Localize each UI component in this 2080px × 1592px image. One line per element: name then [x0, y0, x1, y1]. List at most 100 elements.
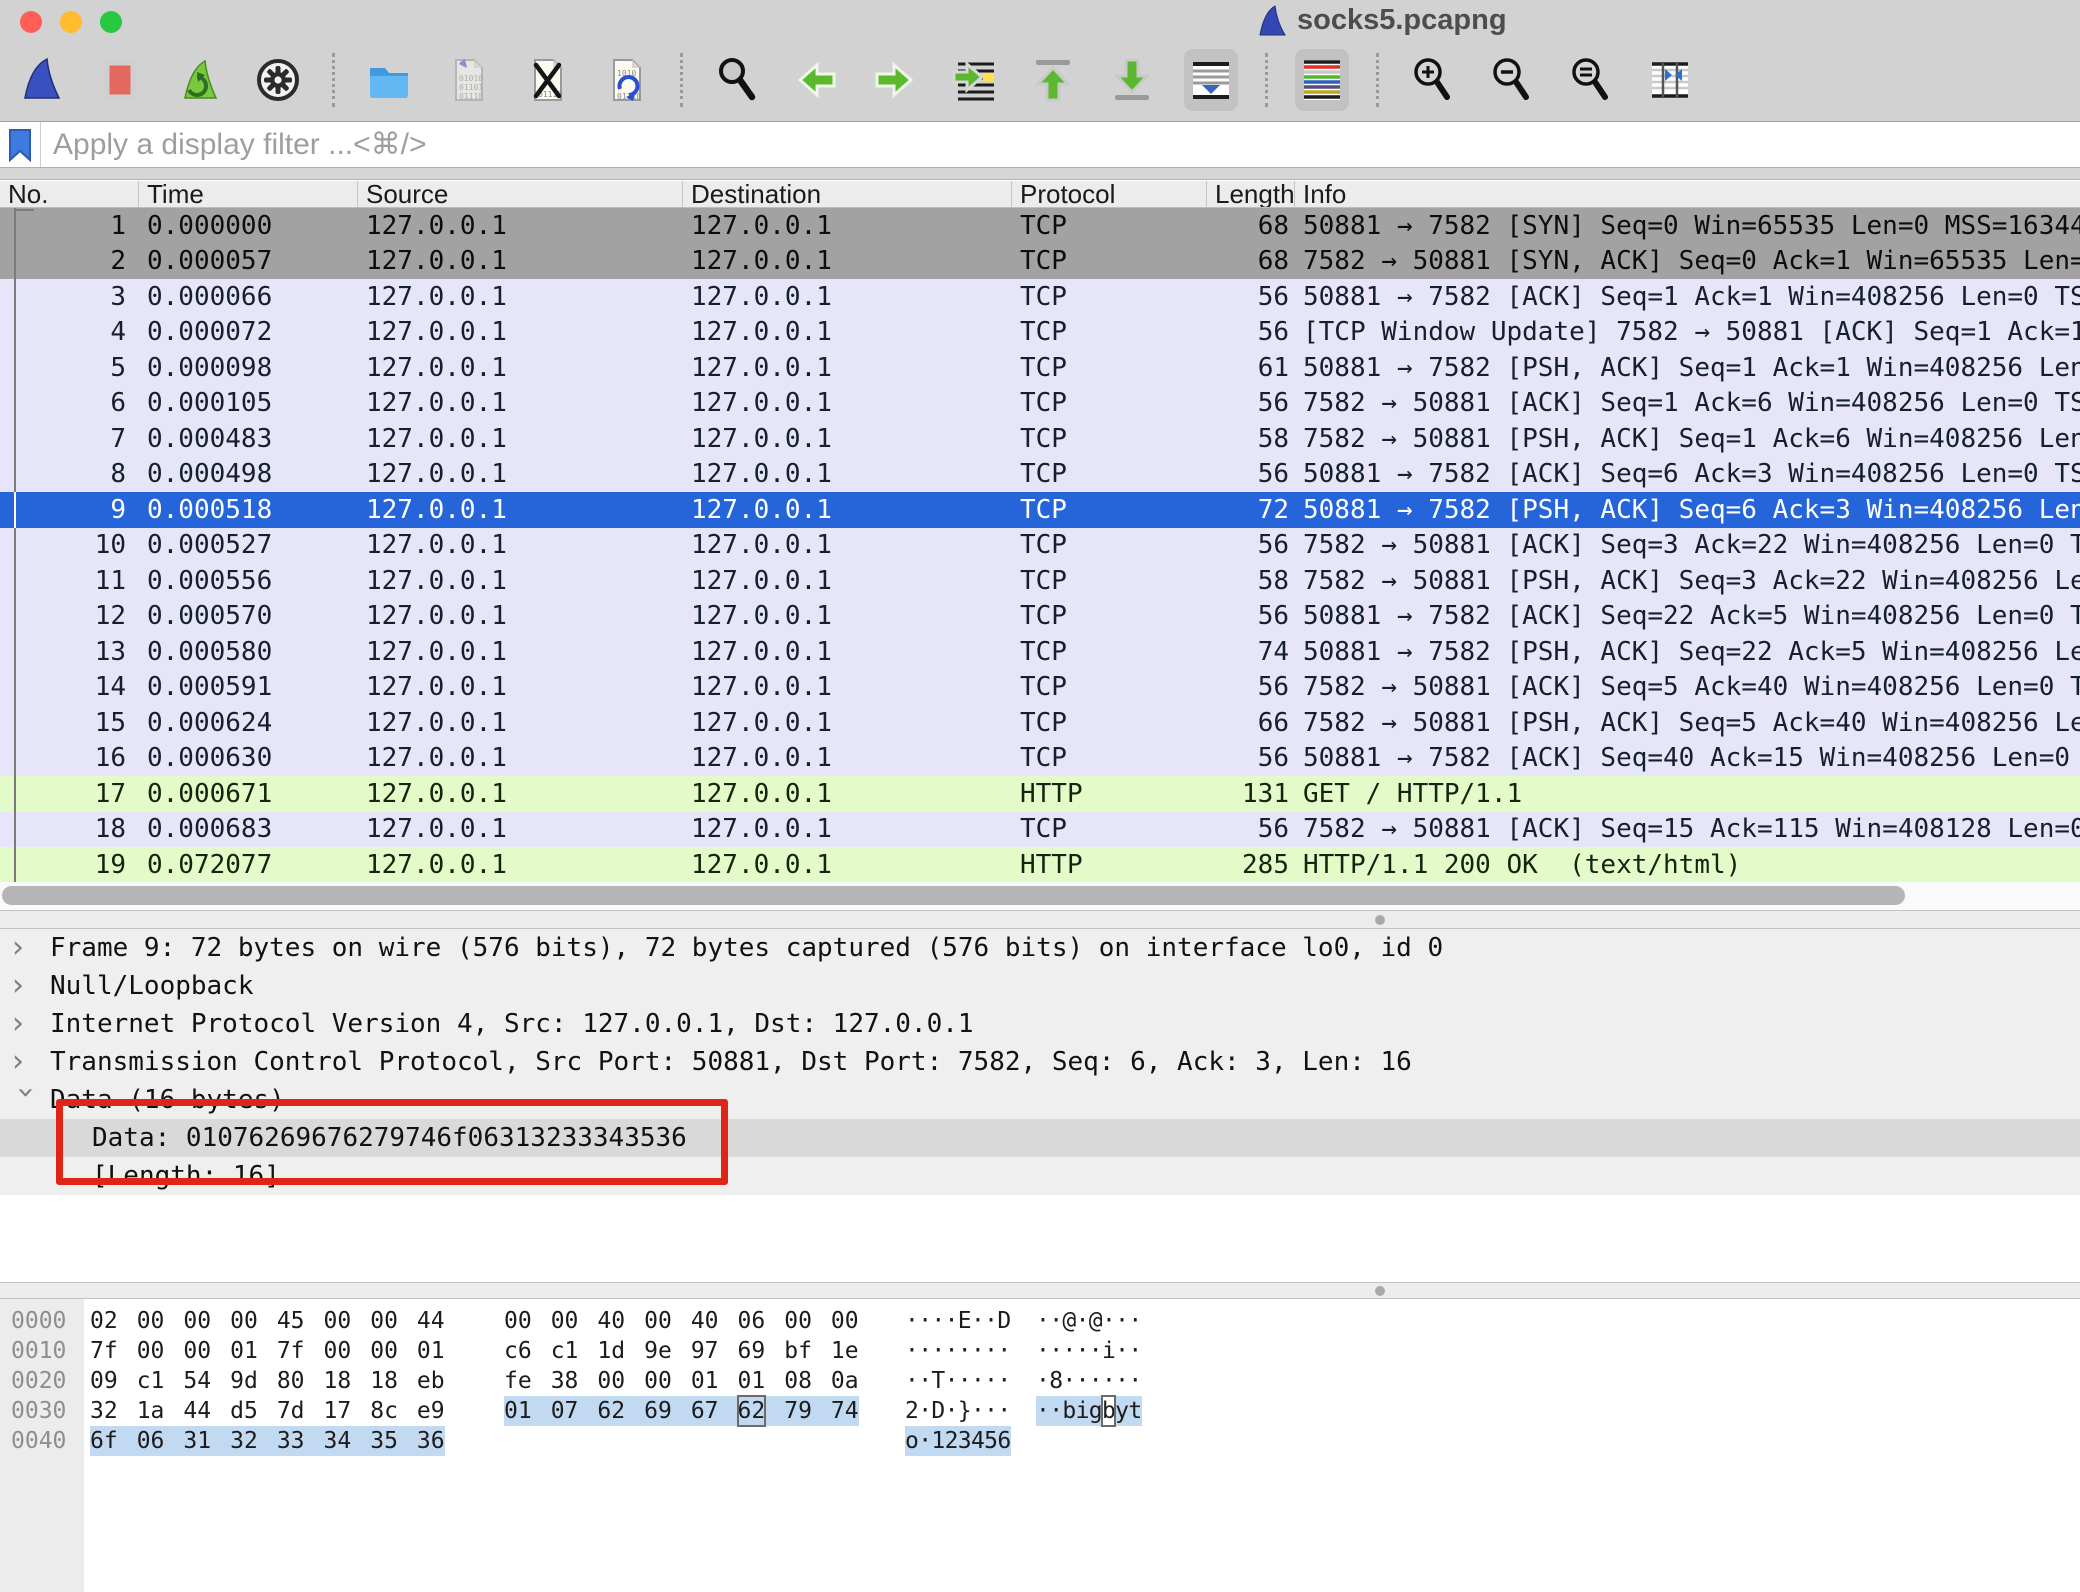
- hex-byte[interactable]: 44: [183, 1396, 211, 1426]
- ascii-char[interactable]: ·: [984, 1366, 997, 1396]
- ascii-char[interactable]: 5: [984, 1426, 997, 1456]
- hex-byte[interactable]: 17: [324, 1396, 352, 1426]
- hex-bytes-g1[interactable]: 6f06313233343536: [90, 1426, 445, 1456]
- hex-byte[interactable]: 62: [738, 1396, 766, 1426]
- hex-byte[interactable]: 01: [504, 1396, 532, 1426]
- hex-byte[interactable]: 38: [551, 1366, 579, 1396]
- packet-row-10[interactable]: 100.000527127.0.0.1127.0.0.1TCP567582 → …: [0, 528, 2080, 564]
- hex-byte[interactable]: bf: [784, 1336, 812, 1366]
- ascii-char[interactable]: 4: [971, 1426, 984, 1456]
- packet-row-2[interactable]: 20.000057127.0.0.1127.0.0.1TCP687582 → 5…: [0, 244, 2080, 280]
- resize-columns-button[interactable]: [1643, 49, 1697, 111]
- packet-row-8[interactable]: 80.000498127.0.0.1127.0.0.1TCP5650881 → …: [0, 457, 2080, 493]
- ascii-char[interactable]: ·: [1102, 1366, 1115, 1396]
- ascii-char[interactable]: ·: [1036, 1336, 1049, 1366]
- ascii-char[interactable]: T: [931, 1366, 944, 1396]
- hex-byte[interactable]: 00: [183, 1336, 211, 1366]
- ascii-char[interactable]: 8: [1049, 1366, 1062, 1396]
- ascii-char[interactable]: y: [1115, 1396, 1128, 1426]
- ascii-char[interactable]: ·: [1076, 1336, 1089, 1366]
- hex-byte[interactable]: 35: [370, 1426, 398, 1456]
- hex-byte[interactable]: c6: [504, 1336, 532, 1366]
- hex-bytes-g1[interactable]: 321a44d57d178ce9: [90, 1396, 445, 1426]
- ascii-char[interactable]: ·: [1089, 1336, 1102, 1366]
- hex-byte[interactable]: 01: [417, 1336, 445, 1366]
- ascii-char[interactable]: ·: [931, 1306, 944, 1336]
- ascii-char[interactable]: ·: [1128, 1336, 1141, 1366]
- hex-byte[interactable]: 01: [230, 1336, 258, 1366]
- ascii-char[interactable]: ·: [918, 1336, 931, 1366]
- hex-bytes-g2[interactable]: fe3800000101080a: [504, 1366, 859, 1396]
- hex-byte[interactable]: 07: [551, 1396, 579, 1426]
- ascii-char[interactable]: ·: [971, 1306, 984, 1336]
- ascii-char[interactable]: ·: [1115, 1366, 1128, 1396]
- column-header-source[interactable]: Source: [358, 181, 683, 207]
- detail-row-1[interactable]: ›Null/Loopback: [0, 967, 2080, 1005]
- packet-row-15[interactable]: 150.000624127.0.0.1127.0.0.1TCP667582 → …: [0, 705, 2080, 741]
- ascii-char[interactable]: D: [997, 1306, 1010, 1336]
- hex-byte[interactable]: 9e: [644, 1336, 672, 1366]
- hex-byte[interactable]: 09: [90, 1366, 118, 1396]
- ascii-char[interactable]: ·: [997, 1366, 1010, 1396]
- hex-byte[interactable]: 00: [324, 1336, 352, 1366]
- ascii-char[interactable]: ·: [1128, 1306, 1141, 1336]
- ascii-char[interactable]: ·: [1102, 1306, 1115, 1336]
- hex-byte[interactable]: e9: [417, 1396, 445, 1426]
- hex-byte[interactable]: 7f: [277, 1336, 305, 1366]
- start-capture-button[interactable]: [14, 49, 68, 111]
- ascii-char[interactable]: ·: [918, 1366, 931, 1396]
- ascii-char[interactable]: D: [931, 1396, 944, 1426]
- ascii-char[interactable]: ·: [945, 1366, 958, 1396]
- hex-byte[interactable]: 00: [644, 1306, 672, 1336]
- hex-byte[interactable]: 06: [738, 1306, 766, 1336]
- packet-row-6[interactable]: 60.000105127.0.0.1127.0.0.1TCP567582 → 5…: [0, 386, 2080, 422]
- ascii-char[interactable]: ·: [971, 1396, 984, 1426]
- packet-row-5[interactable]: 50.000098127.0.0.1127.0.0.1TCP6150881 → …: [0, 350, 2080, 386]
- hex-byte[interactable]: 0a: [831, 1366, 859, 1396]
- hex-byte[interactable]: 44: [417, 1306, 445, 1336]
- ascii-char[interactable]: i: [1076, 1396, 1089, 1426]
- hex-byte[interactable]: 32: [230, 1426, 258, 1456]
- hex-ascii-a1[interactable]: ····E··D: [905, 1306, 1011, 1336]
- detail-row-5[interactable]: Data: 01076269676279746f06313233343536: [0, 1119, 2080, 1157]
- hex-byte[interactable]: 54: [183, 1366, 211, 1396]
- ascii-char[interactable]: ·: [971, 1366, 984, 1396]
- ascii-char[interactable]: ·: [1076, 1366, 1089, 1396]
- hex-byte[interactable]: 00: [551, 1306, 579, 1336]
- hex-byte[interactable]: 80: [277, 1366, 305, 1396]
- hex-byte[interactable]: 8c: [370, 1396, 398, 1426]
- ascii-char[interactable]: ·: [1036, 1366, 1049, 1396]
- detail-row-3[interactable]: ›Transmission Control Protocol, Src Port…: [0, 1043, 2080, 1081]
- ascii-char[interactable]: 2: [945, 1426, 958, 1456]
- hex-byte[interactable]: 02: [90, 1306, 118, 1336]
- ascii-char[interactable]: ·: [1036, 1306, 1049, 1336]
- restart-capture-button[interactable]: [172, 49, 226, 111]
- packet-row-11[interactable]: 110.000556127.0.0.1127.0.0.1TCP587582 → …: [0, 563, 2080, 599]
- ascii-char[interactable]: 3: [958, 1426, 971, 1456]
- hex-byte[interactable]: 00: [504, 1306, 532, 1336]
- hex-byte[interactable]: 97: [691, 1336, 719, 1366]
- ascii-char[interactable]: ·: [1128, 1366, 1141, 1396]
- minimize-window-button[interactable]: [60, 11, 82, 33]
- zoom-original-button[interactable]: [1564, 49, 1618, 111]
- hex-byte[interactable]: 74: [831, 1396, 859, 1426]
- packet-row-16[interactable]: 160.000630127.0.0.1127.0.0.1TCP5650881 →…: [0, 741, 2080, 777]
- packet-row-1[interactable]: 10.000000127.0.0.1127.0.0.1TCP6850881 → …: [0, 208, 2080, 244]
- hex-byte[interactable]: 36: [417, 1426, 445, 1456]
- hex-byte[interactable]: 00: [644, 1366, 672, 1396]
- hex-byte[interactable]: 00: [370, 1336, 398, 1366]
- ascii-char[interactable]: 2: [905, 1396, 918, 1426]
- previous-packet-button[interactable]: [789, 49, 843, 111]
- packet-row-17[interactable]: 170.000671127.0.0.1127.0.0.1HTTP131GET /…: [0, 776, 2080, 812]
- hex-byte[interactable]: 7f: [90, 1336, 118, 1366]
- ascii-char[interactable]: ·: [984, 1306, 997, 1336]
- reload-file-button[interactable]: 101001110: [599, 49, 653, 111]
- filter-bookmark-button[interactable]: [0, 122, 41, 167]
- packet-row-19[interactable]: 190.072077127.0.0.1127.0.0.1HTTP285HTTP/…: [0, 847, 2080, 882]
- save-file-button[interactable]: 010100110101110: [441, 49, 495, 111]
- hex-bytes-g2[interactable]: c6c11d9e9769bf1e: [504, 1336, 859, 1366]
- ascii-char[interactable]: ·: [1089, 1366, 1102, 1396]
- ascii-char[interactable]: @: [1062, 1306, 1075, 1336]
- zoom-in-button[interactable]: [1406, 49, 1460, 111]
- ascii-char[interactable]: ·: [945, 1396, 958, 1426]
